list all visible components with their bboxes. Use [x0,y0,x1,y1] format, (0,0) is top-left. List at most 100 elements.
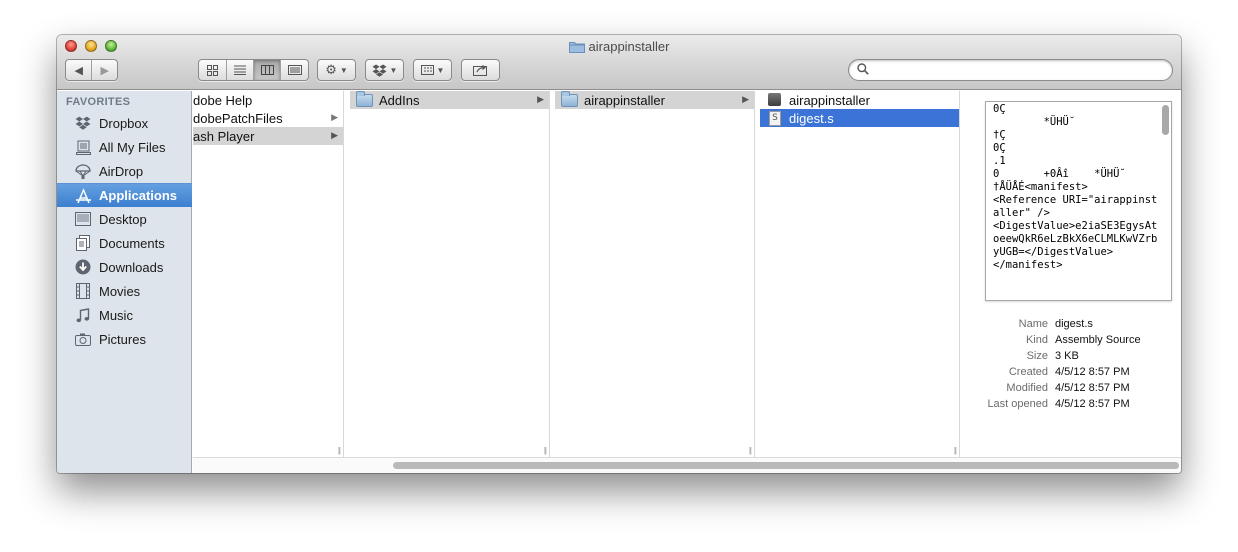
info-row: Kind Assembly Source [974,332,1181,348]
column-1: dobe Help dobePatchFiles ▶ ash Player ▶ … [193,91,344,457]
sidebar-item-documents[interactable]: Documents [57,231,192,255]
sidebar-item-applications[interactable]: Applications [57,183,192,207]
item-label: dobePatchFiles [193,110,283,126]
scrollbar-thumb[interactable] [393,462,1179,469]
forward-arrow-icon: ▶ [100,64,109,77]
list-view-button[interactable] [226,60,253,80]
chevron-down-icon: ▼ [389,65,398,75]
list-item[interactable]: airappinstaller [760,91,959,109]
search-icon [857,63,869,78]
info-row: Modified 4/5/12 8:57 PM [974,380,1181,396]
dropbox-icon [74,114,92,132]
downloads-icon [74,258,92,276]
preview-scrollbar[interactable] [1162,105,1169,135]
disclosure-arrow-icon: ▶ [742,94,749,104]
sidebar-item-label: AirDrop [99,163,144,179]
arrange-menu-button[interactable]: ▼ [413,59,452,81]
sidebar-item-label: Downloads [99,259,164,275]
share-button[interactable] [461,59,500,81]
action-menu-button[interactable]: ⚙ ▼ [317,59,356,81]
sidebar-item-downloads[interactable]: Downloads [57,255,192,279]
sidebar-item-label: Dropbox [99,115,149,131]
folder-icon [568,40,585,56]
disclosure-arrow-icon: ▶ [537,94,544,104]
horizontal-scrollbar[interactable] [193,457,1181,473]
column-resize-handle[interactable]: || [338,446,341,455]
sidebar-section-header: FAVORITES [66,96,131,108]
list-view-icon [234,65,246,75]
list-item[interactable]: ash Player ▶ [193,127,343,145]
item-label: ash Player [193,128,255,144]
file-preview[interactable]: 0Ç *ÜHÜ˘ †Ç 0Ç .1 0 +0Âî *ÜHÜ˘ †ÅÜÅÉ<man… [985,101,1172,301]
list-item[interactable]: airappinstaller ▶ [555,91,754,109]
desktop-icon [74,210,92,228]
sidebar-item-desktop[interactable]: Desktop [57,207,192,231]
info-key: Modified [1006,382,1048,394]
item-label: AddIns [379,92,420,108]
column-view-button[interactable] [253,60,280,80]
column-resize-handle[interactable]: || [544,446,547,455]
item-label: airappinstaller [789,92,870,108]
documents-icon [74,234,92,252]
share-icon [473,65,487,76]
list-item[interactable]: S digest.s [760,109,959,127]
all-files-icon [74,138,92,156]
info-key: Size [1026,350,1048,362]
icon-view-button[interactable] [199,60,226,80]
info-value: 3 KB [1055,350,1079,362]
info-value: 4/5/12 8:57 PM [1055,398,1130,410]
list-item[interactable]: dobePatchFiles ▶ [193,109,343,127]
applications-icon [74,187,92,205]
dropbox-menu-button[interactable]: ▼ [365,59,404,81]
item-label: digest.s [789,110,834,126]
sidebar-item-label: Desktop [99,211,147,227]
sidebar-item-music[interactable]: Music [57,303,192,327]
info-key: Last opened [987,398,1048,410]
sidebar-item-dropbox[interactable]: Dropbox [57,111,192,135]
info-row: Size 3 KB [974,348,1181,364]
sidebar-item-movies[interactable]: Movies [57,279,192,303]
back-forward-control: ◀ ▶ [65,59,118,81]
column-resize-handle[interactable]: || [954,446,957,455]
info-value: digest.s [1055,318,1093,330]
sidebar: FAVORITES Dropbox All My Files AirDrop A… [57,91,192,473]
coverflow-view-button[interactable] [280,60,308,80]
item-label: airappinstaller [584,92,665,108]
info-key: Name [1018,318,1048,330]
sidebar-item-label: All My Files [99,139,166,155]
list-item[interactable]: dobe Help [193,91,343,109]
column-browser: dobe Help dobePatchFiles ▶ ash Player ▶ … [193,91,1181,457]
info-value: 4/5/12 8:57 PM [1055,382,1130,394]
dropbox-icon [372,64,387,77]
executable-icon [766,93,784,107]
back-button[interactable]: ◀ [66,60,91,80]
file-info: Name digest.s Kind Assembly Source Size 3 K… [974,316,1181,412]
sidebar-item-label: Movies [99,283,141,299]
forward-button[interactable]: ▶ [91,60,117,80]
source-file-icon: S [766,111,784,126]
search-input[interactable] [873,62,1163,78]
window-title-area: airappinstaller [57,39,1181,56]
camera-icon [74,330,92,348]
list-item[interactable]: AddIns ▶ [350,91,549,109]
info-value: 4/5/12 8:57 PM [1055,366,1130,378]
icon-view-icon [207,64,218,76]
chevron-down-icon: ▼ [339,65,348,75]
folder-icon [561,91,579,107]
sidebar-item-all-my-files[interactable]: All My Files [57,135,192,159]
arrange-icon [420,65,434,75]
sidebar-item-airdrop[interactable]: AirDrop [57,159,192,183]
music-icon [74,306,92,324]
sidebar-item-label: Documents [99,235,165,251]
gear-icon: ⚙ [325,62,337,77]
disclosure-arrow-icon: ▶ [331,112,338,122]
info-row: Last opened 4/5/12 8:57 PM [974,396,1181,412]
airdrop-icon [74,162,92,180]
column-resize-handle[interactable]: || [749,446,752,455]
chevron-down-icon: ▼ [436,65,445,75]
back-arrow-icon: ◀ [74,64,83,77]
search-field[interactable] [848,59,1173,81]
info-value: Assembly Source [1055,334,1141,346]
coverflow-view-icon [287,65,302,75]
sidebar-item-pictures[interactable]: Pictures [57,327,192,351]
